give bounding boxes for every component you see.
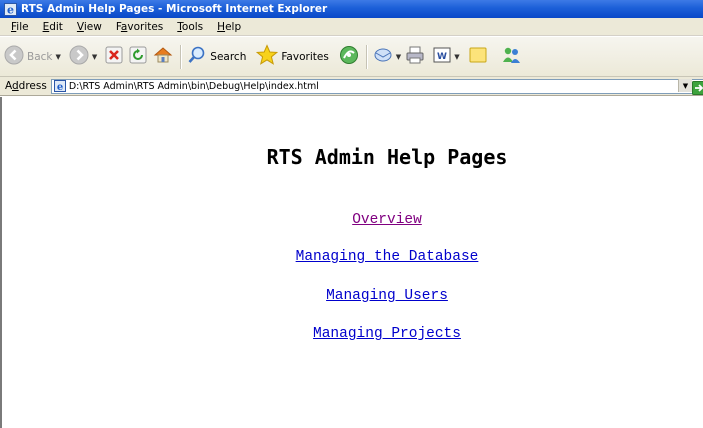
refresh-icon [129,46,147,67]
back-button-label: Back [27,50,53,63]
menu-bar: File Edit View Favorites Tools Help [0,18,703,36]
refresh-button[interactable] [129,42,147,72]
page-title: RTS Admin Help Pages [266,145,508,169]
word-icon: W [433,46,451,67]
page-content: RTS Admin Help Pages Overview Managing t… [0,97,703,428]
menu-view-label: iew [83,20,102,33]
page-icon: e [53,80,66,92]
toolbar-separator [365,44,368,69]
link-managing-users[interactable]: Managing Users [2,288,703,304]
address-url: D:\RTS Admin\RTS Admin\bin\Debug\Help\in… [68,80,319,92]
back-button[interactable]: Back ▼ [4,42,67,72]
menu-file[interactable]: File [4,21,36,33]
link-overview[interactable]: Overview [2,212,703,228]
toolbar: Back ▼ ▼ Search Favorites ▼ W ▼ [0,37,703,77]
menu-view[interactable]: View [70,21,109,33]
search-button-label: Search [210,50,247,63]
internet-explorer-icon: e [4,2,17,16]
edit-dropdown-icon[interactable]: ▼ [454,53,459,61]
address-label-rest: dress [18,80,47,92]
media-button[interactable] [339,42,359,72]
svg-text:W: W [437,52,447,62]
toolbar-separator [180,44,183,69]
address-label-pre: A [5,80,12,92]
mail-button[interactable]: ▼ [373,42,403,72]
menu-favorites[interactable]: Favorites [109,21,170,33]
forward-arrow-icon [69,45,89,68]
title-bar: e RTS Admin Help Pages - Microsoft Inter… [0,0,703,18]
menu-help-label: elp [225,20,242,33]
messenger-button[interactable] [500,42,522,72]
link-managing-projects[interactable]: Managing Projects [2,326,703,342]
menu-edit[interactable]: Edit [36,21,70,33]
address-label-accel: d [12,80,19,92]
back-dropdown-icon[interactable]: ▼ [56,53,61,61]
menu-tools[interactable]: Tools [170,21,210,33]
stop-icon [105,46,123,67]
link-managing-database[interactable]: Managing the Database [2,249,703,265]
stop-button[interactable] [105,42,123,72]
menu-file-label: ile [16,20,29,33]
menu-help-accel: H [217,20,226,33]
address-bar: Address e D:\RTS Admin\RTS Admin\bin\Deb… [0,77,703,96]
svg-text:e: e [7,3,14,16]
menu-edit-label: dit [49,20,63,33]
forward-dropdown-icon[interactable]: ▼ [92,53,97,61]
favorites-button-label: Favorites [281,50,329,63]
discuss-button[interactable] [468,42,488,72]
address-label: Address [0,80,51,92]
mail-icon [373,45,393,68]
favorites-button[interactable]: Favorites [256,42,329,72]
note-icon [468,45,488,68]
search-button[interactable]: Search [187,42,246,72]
search-icon [187,45,207,68]
address-input[interactable]: e D:\RTS Admin\RTS Admin\bin\Debug\Help\… [50,78,703,94]
home-icon [153,45,173,68]
print-button[interactable] [405,42,425,72]
mail-dropdown-icon[interactable]: ▼ [396,53,401,61]
edit-button[interactable]: W ▼ [433,42,465,72]
address-dropdown-icon[interactable]: ▼ [678,79,692,92]
messenger-icon [500,45,522,68]
menu-tools-label: ools [181,20,204,33]
go-arrow-icon [692,81,703,95]
svg-text:e: e [57,82,63,92]
go-button[interactable] [692,81,703,95]
print-icon [405,45,425,68]
menu-favorites-label: vorites [127,20,164,33]
menu-help[interactable]: Help [210,21,248,33]
menu-view-accel: V [76,20,84,33]
forward-button[interactable]: ▼ [69,42,103,72]
star-icon [256,44,279,69]
back-arrow-icon [4,45,24,68]
media-icon [339,45,359,68]
window-title: RTS Admin Help Pages - Microsoft Interne… [21,3,328,15]
home-button[interactable] [153,42,173,72]
